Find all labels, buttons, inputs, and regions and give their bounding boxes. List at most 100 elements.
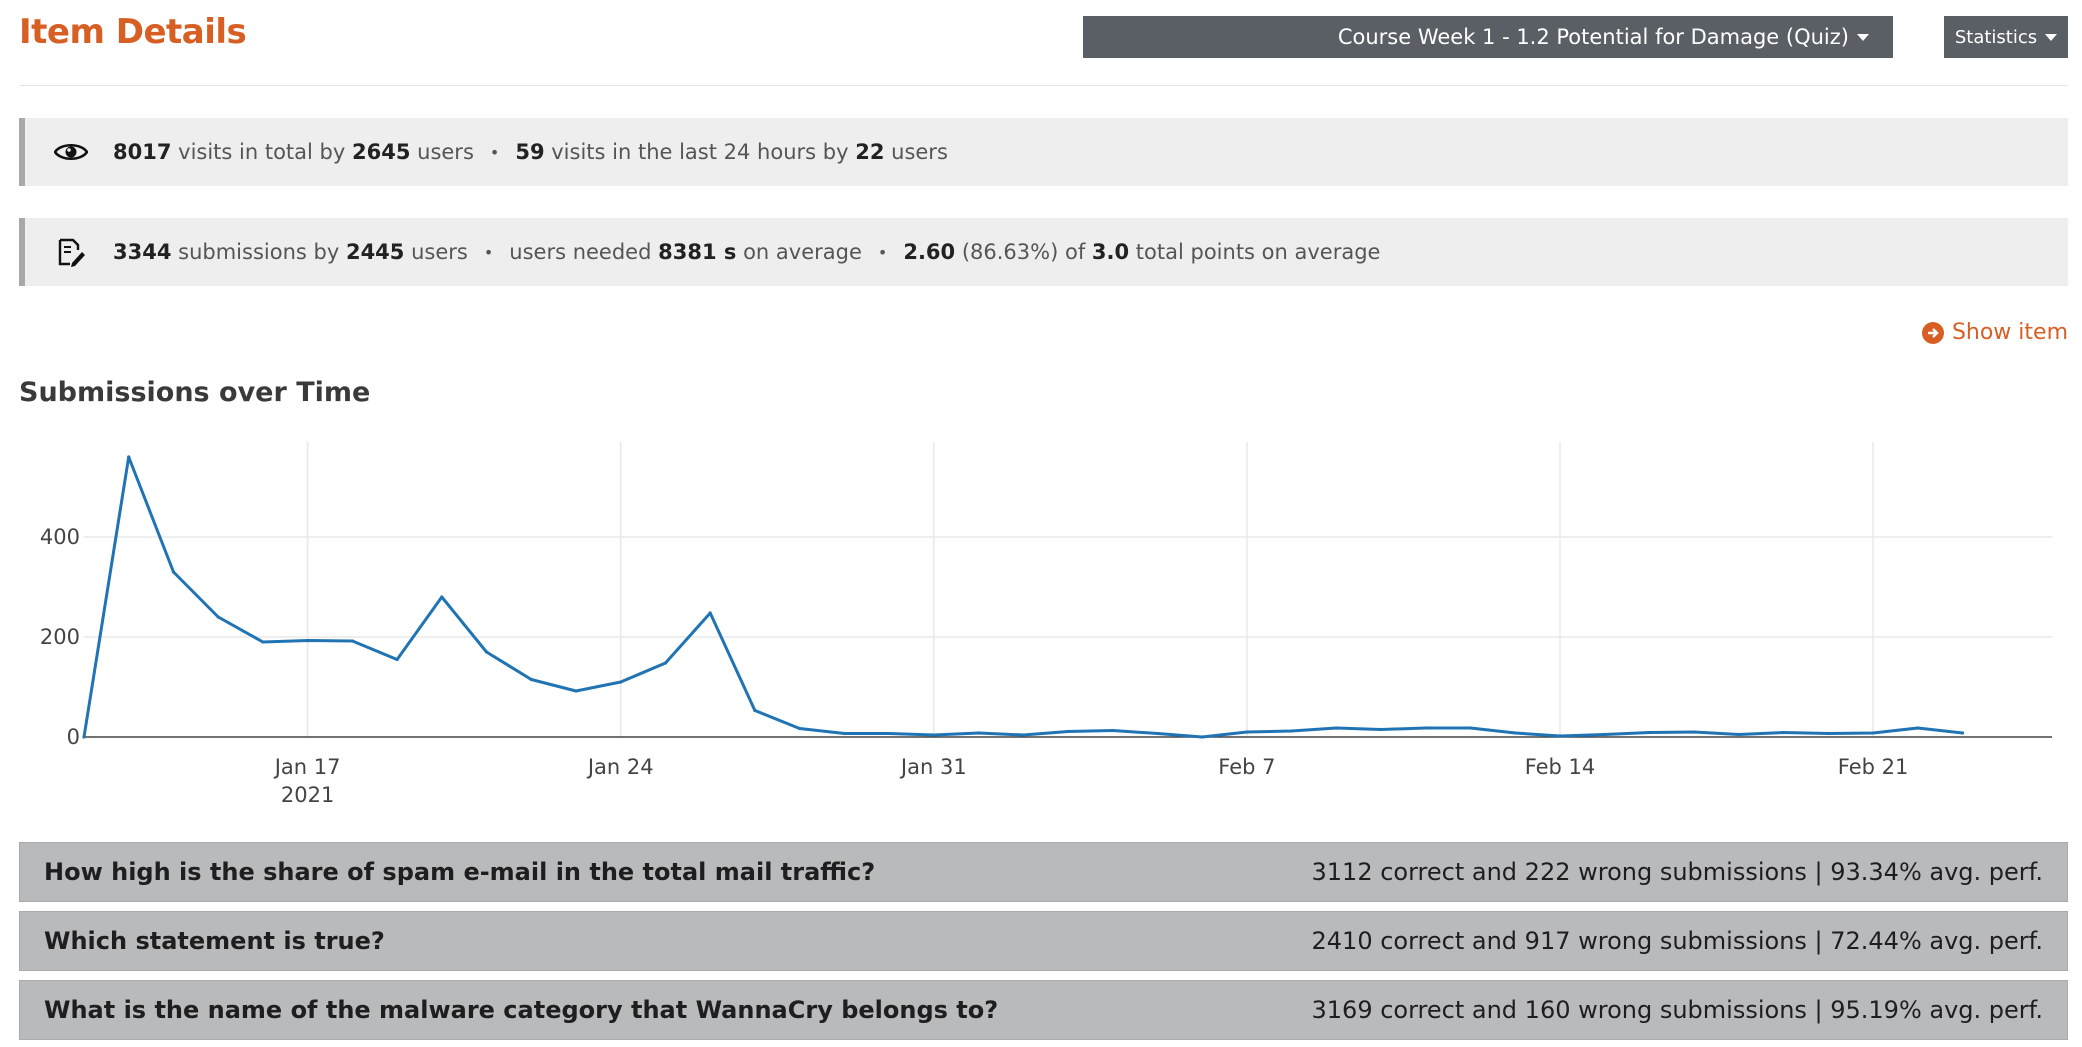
item-selector-label: Course Week 1 - 1.2 Potential for Damage… xyxy=(1337,25,1849,49)
data-point xyxy=(1782,730,1786,735)
data-point xyxy=(350,639,354,643)
header-divider xyxy=(19,85,2068,86)
data-point xyxy=(1245,730,1249,734)
data-point xyxy=(1155,731,1160,736)
data-point xyxy=(1379,727,1383,732)
data-point xyxy=(663,661,668,665)
question-stats: 2410 correct and 917 wrong submissions |… xyxy=(1311,927,2043,955)
data-point xyxy=(708,611,712,615)
data-point xyxy=(1737,732,1741,737)
recent-users-value: 22 xyxy=(855,140,885,164)
series-line xyxy=(82,455,1963,739)
data-point xyxy=(842,731,846,736)
separator-dot: • xyxy=(483,242,494,262)
data-point xyxy=(1603,732,1607,737)
data-point xyxy=(1021,733,1025,737)
data-point xyxy=(261,640,265,644)
total-visits-value: 8017 xyxy=(113,140,172,164)
x-tick-year-label: 2021 xyxy=(281,783,334,807)
average-points-value: 2.60 xyxy=(903,240,956,264)
users-text: users xyxy=(417,140,474,164)
data-point xyxy=(932,733,936,737)
data-point xyxy=(1066,729,1070,734)
max-points-value: 3.0 xyxy=(1091,240,1130,264)
total-points-text: total points on average xyxy=(1135,240,1381,264)
data-point xyxy=(798,726,802,731)
y-tick-label: 400 xyxy=(40,525,80,549)
data-point xyxy=(1290,729,1294,733)
question-row[interactable]: How high is the share of spam e-mail in … xyxy=(19,842,2068,902)
submissions-text: submissions by xyxy=(178,240,340,264)
recent-users-text: users xyxy=(891,140,948,164)
data-point xyxy=(1468,726,1473,730)
edit-document-icon xyxy=(51,236,91,268)
data-point xyxy=(1513,731,1517,735)
arrow-circle-right-icon xyxy=(1921,321,1944,344)
submission-users-text: users xyxy=(411,240,468,264)
question-row[interactable]: What is the name of the malware category… xyxy=(19,980,2068,1040)
eye-icon xyxy=(51,136,91,168)
data-point xyxy=(1916,726,1920,730)
show-item-label: Show item xyxy=(1951,320,2068,345)
separator-dot: • xyxy=(877,242,888,262)
data-point xyxy=(1424,726,1428,730)
submissions-count: 3344 xyxy=(113,240,172,264)
data-point xyxy=(619,680,623,684)
x-tick-label: Jan 31 xyxy=(899,755,967,779)
data-point xyxy=(171,570,176,574)
data-point xyxy=(529,677,533,682)
visits-info-bar: 8017 visits in total by 2645 users • 59 … xyxy=(19,118,2068,186)
show-item-link[interactable]: Show item xyxy=(1921,320,2068,345)
on-average-text: on average xyxy=(743,240,862,264)
y-tick-label: 0 xyxy=(67,725,80,749)
submissions-line-chart: Jan 17 2021 Jan 24 Jan 31 Feb 7 Feb 14 Feb 21 0… xyxy=(40,442,2052,807)
visits-text: visits in total by xyxy=(178,140,346,164)
data-point xyxy=(440,595,444,599)
data-point xyxy=(887,731,891,736)
chart-section-title: Submissions over Time xyxy=(19,377,371,408)
data-point xyxy=(395,657,399,662)
data-point xyxy=(976,731,981,735)
statistics-dropdown-button[interactable]: Statistics xyxy=(1944,16,2068,58)
page-title: Item Details xyxy=(19,12,247,52)
data-point xyxy=(753,708,757,713)
data-point xyxy=(82,735,86,739)
question-stats: 3169 correct and 160 wrong submissions |… xyxy=(1311,996,2043,1024)
data-point xyxy=(1200,735,1204,739)
question-text: What is the name of the malware category… xyxy=(44,996,999,1024)
data-point xyxy=(306,638,310,643)
data-point xyxy=(1826,731,1830,736)
data-point xyxy=(216,615,220,619)
question-text: How high is the share of spam e-mail in … xyxy=(44,858,876,886)
data-point xyxy=(1871,731,1875,735)
data-point xyxy=(1692,730,1696,734)
average-time-value: 8381 s xyxy=(658,240,737,264)
submission-users-value: 2445 xyxy=(345,240,405,264)
question-text: Which statement is true? xyxy=(44,927,385,955)
data-point xyxy=(1960,731,1965,735)
data-point xyxy=(484,650,489,654)
x-tick-label: Feb 7 xyxy=(1218,755,1275,779)
data-point xyxy=(1558,734,1562,738)
users-needed-text: users needed xyxy=(509,240,652,264)
recent-visits-text: visits in the last 24 hours by xyxy=(551,140,849,164)
item-selector-dropdown[interactable]: Course Week 1 - 1.2 Potential for Damage… xyxy=(1083,16,1893,58)
data-point xyxy=(1334,726,1338,730)
chevron-down-icon xyxy=(1857,33,1869,41)
data-point xyxy=(127,455,131,459)
x-tick-label: Feb 14 xyxy=(1525,755,1596,779)
x-tick-label: Jan 24 xyxy=(586,755,654,779)
y-tick-label: 200 xyxy=(40,625,80,649)
chevron-down-icon xyxy=(2045,33,2058,41)
question-row[interactable]: Which statement is true? 2410 correct an… xyxy=(19,911,2068,971)
separator-dot: • xyxy=(489,142,500,162)
x-tick-label: Feb 21 xyxy=(1838,755,1909,779)
total-users-value: 2645 xyxy=(352,140,411,164)
recent-visits-value: 59 xyxy=(515,140,545,164)
average-percent-text: (86.63%) of xyxy=(961,240,1086,264)
submissions-info-bar: 3344 submissions by 2445 users • users n… xyxy=(19,218,2068,286)
data-point xyxy=(574,689,578,693)
question-stats: 3112 correct and 222 wrong submissions |… xyxy=(1311,858,2043,886)
x-tick-label: Jan 17 xyxy=(273,755,341,779)
statistics-label: Statistics xyxy=(1954,26,2038,48)
